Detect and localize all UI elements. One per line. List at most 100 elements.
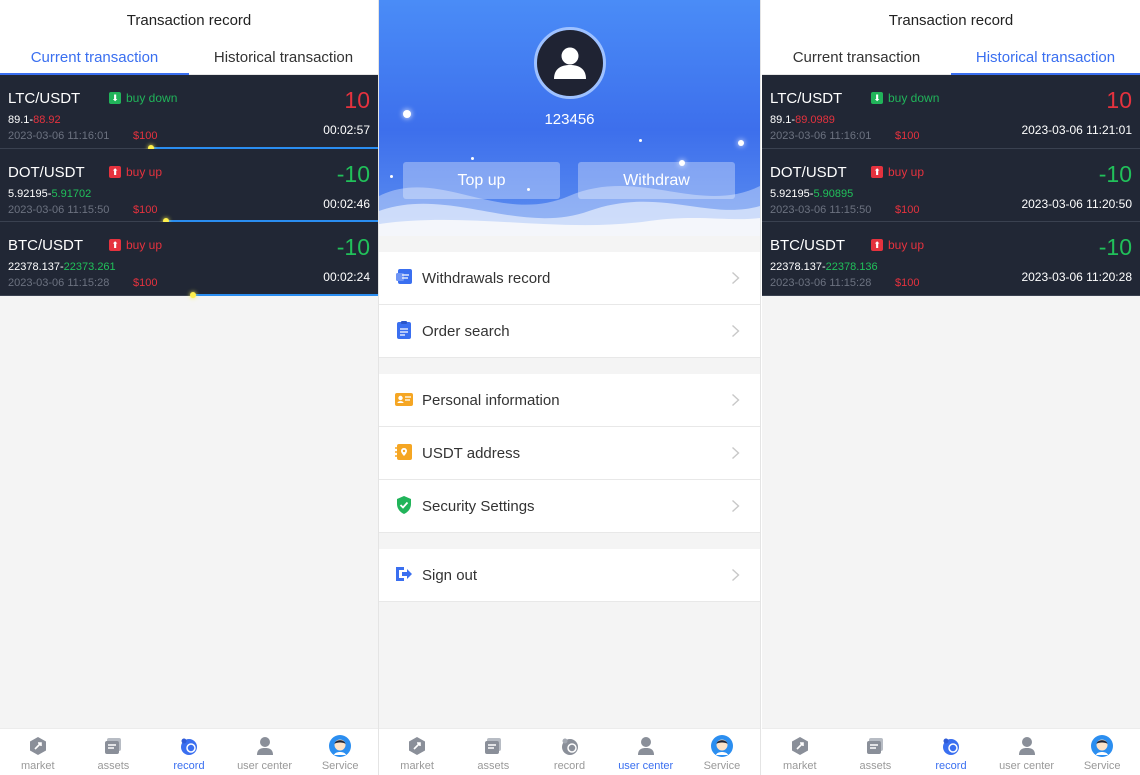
menu-item-label: Personal information	[422, 391, 560, 409]
nav-item-market[interactable]: market	[0, 729, 76, 775]
trading-pair: DOT/USDT	[8, 163, 85, 181]
nav-item-service[interactable]: Service	[302, 729, 378, 775]
nav-label: assets	[97, 760, 130, 772]
tab-historical-transaction[interactable]: Historical transaction	[951, 41, 1140, 75]
transaction-row[interactable]: LTC/USDT ⬇ buy down 89.1-89.0989 2023-03-06 …	[762, 75, 1140, 149]
service-avatar-icon	[1091, 735, 1114, 757]
trading-pair: LTC/USDT	[770, 90, 843, 107]
nav-item-record[interactable]: record	[913, 729, 989, 775]
tab-current-transaction[interactable]: Current transaction	[762, 41, 951, 74]
open-time: 2023-03-06 11:15:50	[770, 203, 872, 216]
arrow-up-icon: ⬆	[109, 239, 121, 251]
current-price: 88.92	[33, 114, 61, 126]
nav-label: user center	[237, 760, 293, 772]
chevron-right-icon	[732, 446, 740, 460]
menu-item-personal-information[interactable]: Personal information	[379, 374, 760, 427]
menu-item-order-search[interactable]: Order search	[379, 305, 760, 358]
trade-amount: $100	[895, 203, 920, 216]
open-price: 5.92195	[8, 187, 48, 200]
top-up-button[interactable]: Top up	[403, 162, 560, 199]
sparkle-decoration	[390, 175, 393, 178]
withdrawals-record-icon	[394, 267, 414, 287]
record-icon	[178, 735, 200, 757]
transaction-row[interactable]: BTC/USDT ⬆ buy up 22378.137-22378.136 2023-0…	[762, 222, 1140, 296]
panel-divider	[760, 0, 761, 775]
transaction-row[interactable]: DOT/USDT ⬆ buy up 5.92195-5.90895 2023-03-06…	[762, 148, 1140, 222]
arrow-up-icon: ⬆	[871, 165, 883, 178]
nav-item-assets[interactable]: assets	[455, 729, 531, 775]
open-time: 2023-03-06 11:15:50	[8, 203, 110, 216]
nav-label: assets	[477, 760, 510, 772]
menu-item-usdt-address[interactable]: USDT address	[379, 427, 760, 480]
chevron-right-icon	[732, 499, 740, 513]
page-title: Transaction record	[762, 0, 1140, 41]
nav-item-market[interactable]: market	[379, 729, 455, 775]
nav-item-user-center[interactable]: user center	[989, 729, 1065, 775]
menu-item-label: Order search	[422, 322, 510, 340]
profit-loss: -10	[1098, 160, 1132, 187]
nav-label: record	[935, 760, 967, 772]
transaction-row[interactable]: LTC/USDT ⬇ buy down 89.1-88.92 2023-03-06 11…	[0, 75, 378, 151]
transaction-tabs: Current transaction Historical transacti…	[762, 41, 1140, 75]
user-silhouette-icon	[554, 47, 586, 79]
security-shield-icon	[394, 495, 414, 515]
nav-item-user-center[interactable]: user center	[608, 729, 684, 775]
nav-item-market[interactable]: market	[762, 729, 838, 775]
price-change: 5.92195-5.91702	[8, 188, 91, 200]
personal-info-icon	[394, 389, 414, 409]
menu-item-label: Withdrawals record	[422, 269, 551, 287]
chevron-right-icon	[732, 324, 740, 338]
arrow-down-icon: ⬇	[109, 92, 121, 104]
direction-label: buy down	[888, 91, 940, 105]
transaction-row[interactable]: DOT/USDT ⬆ buy up 5.92195-5.91702 2023-03-06…	[0, 148, 378, 224]
menu-item-label: Security Settings	[422, 497, 535, 515]
nav-item-service[interactable]: Service	[1064, 729, 1140, 775]
arrow-up-icon: ⬆	[871, 239, 883, 251]
menu-item-sign-out[interactable]: Sign out	[379, 549, 760, 602]
withdraw-button[interactable]: Withdraw	[578, 162, 735, 199]
current-transactions-panel: Transaction record Current transaction H…	[0, 0, 378, 775]
direction-label: buy up	[888, 164, 925, 179]
countdown-timer: 00:02:46	[323, 196, 370, 211]
user-center-panel: 123456 Top up Withdraw Withdrawals recor…	[379, 0, 760, 775]
trade-direction: ⬆ buy up	[871, 165, 924, 179]
nav-item-user-center[interactable]: user center	[227, 729, 303, 775]
bottom-nav: market assets record user center Service	[379, 728, 760, 775]
menu-item-withdrawals-record[interactable]: Withdrawals record	[379, 252, 760, 305]
profit-loss: 10	[1106, 87, 1132, 113]
chevron-right-icon	[732, 271, 740, 285]
chevron-right-icon	[732, 568, 740, 582]
user-avatar[interactable]	[534, 27, 606, 99]
menu-item-security-settings[interactable]: Security Settings	[379, 480, 760, 533]
nav-label: user center	[999, 760, 1055, 772]
nav-item-record[interactable]: record	[151, 729, 227, 775]
user-center-icon	[254, 735, 276, 757]
record-icon	[559, 735, 581, 757]
nav-label: record	[173, 760, 205, 772]
trading-pair: LTC/USDT	[8, 90, 81, 107]
chevron-right-icon	[732, 393, 740, 407]
profit-loss: 10	[344, 87, 370, 113]
transaction-list: LTC/USDT ⬇ buy down 89.1-88.92 2023-03-06 11…	[0, 75, 378, 298]
current-price: 5.91702	[51, 187, 92, 200]
sign-out-icon	[394, 564, 414, 584]
countdown-timer: 00:02:57	[323, 123, 370, 137]
nav-item-assets[interactable]: assets	[76, 729, 152, 775]
trade-amount: $100	[895, 277, 920, 289]
nav-item-service[interactable]: Service	[684, 729, 760, 775]
nav-item-assets[interactable]: assets	[838, 729, 914, 775]
nav-item-record[interactable]: record	[531, 729, 607, 775]
screenshot-stage: Transaction record Current transaction H…	[0, 0, 1140, 775]
trade-amount: $100	[133, 277, 158, 289]
assets-icon	[482, 735, 504, 757]
trade-amount: $100	[133, 203, 158, 216]
tab-historical-transaction[interactable]: Historical transaction	[189, 41, 378, 74]
transaction-row[interactable]: BTC/USDT ⬆ buy up 22378.137-22373.261 2023-0…	[0, 222, 378, 298]
service-avatar-icon	[710, 735, 733, 757]
direction-label: buy up	[126, 164, 163, 179]
tab-current-transaction[interactable]: Current transaction	[0, 41, 189, 75]
trade-amount: $100	[895, 130, 920, 142]
nav-label: assets	[859, 760, 892, 772]
assets-icon	[864, 735, 886, 757]
nav-label: record	[553, 760, 586, 772]
